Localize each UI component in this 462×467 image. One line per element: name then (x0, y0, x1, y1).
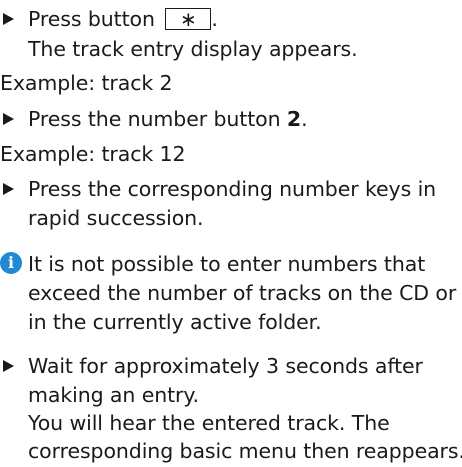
example-label: Example: track 12 (0, 142, 186, 166)
step-text: corresponding basic menu then reappears. (28, 439, 462, 463)
bullet-arrow-icon (3, 360, 14, 372)
step-text: making an entry. (28, 383, 199, 407)
info-icon: i (0, 252, 22, 274)
info-text: exceed the number of tracks on the CD or (28, 281, 457, 305)
info-text: It is not possible to enter numbers that (28, 252, 426, 276)
info-text: in the currently active folder. (28, 310, 322, 334)
step-punct: . (211, 7, 218, 31)
step-text: Wait for approximately 3 seconds after (28, 354, 423, 378)
step-text: Press button (28, 7, 155, 31)
step-punct: . (301, 107, 308, 131)
step-result: The track entry display appears. (28, 37, 358, 61)
example-label: Example: track 2 (0, 71, 173, 95)
star-key-icon: ∗ (165, 8, 212, 30)
bullet-arrow-icon (3, 183, 14, 195)
step-text: Press the number button (28, 107, 287, 131)
step-text: Press the corresponding number keys in (28, 177, 437, 201)
bullet-arrow-icon (3, 13, 14, 25)
step-text: rapid succession. (28, 206, 204, 230)
number-key: 2 (286, 107, 302, 131)
bullet-arrow-icon (3, 113, 14, 125)
step-text: You will hear the entered track. The (28, 411, 390, 435)
